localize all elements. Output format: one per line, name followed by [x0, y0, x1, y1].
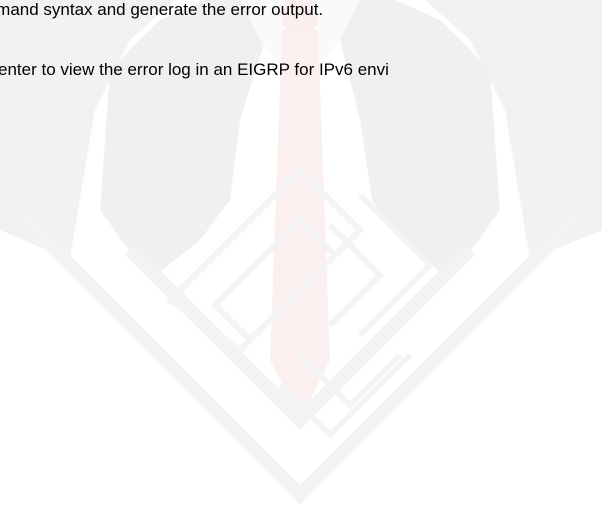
text-line-1: mmand syntax and generate the error outp…	[0, 0, 324, 19]
text-line-3: s	[0, 130, 1, 150]
document-text: mmand syntax and generate the error outp…	[0, 0, 602, 529]
text-line-2: enter to view the error log in an EIGRP …	[0, 60, 389, 79]
